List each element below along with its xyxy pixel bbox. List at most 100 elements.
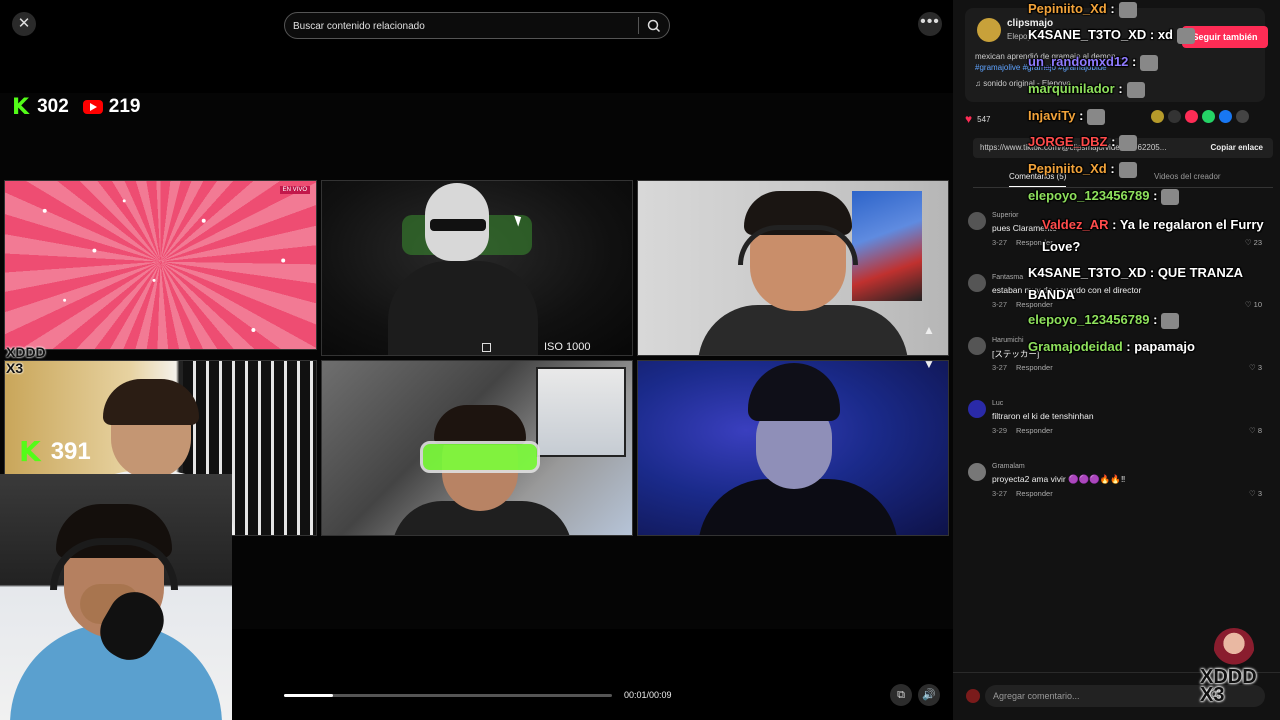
chat-username[interactable]: marquinilador <box>1028 81 1115 96</box>
chat-username[interactable]: Pepiniito_Xd <box>1028 1 1107 16</box>
chat-text: : <box>1153 312 1158 327</box>
kick-viewer-count-2: 391 <box>50 437 91 465</box>
chat-text: : <box>1110 1 1115 16</box>
kick-icon: K <box>12 94 30 120</box>
participant-tile-laughing: ▲ <box>637 180 949 356</box>
chat-text: : papamajo <box>1126 339 1195 354</box>
comment-likes[interactable]: ♡ 8 <box>1249 426 1262 435</box>
chat-message: JORGE_DBZ : <box>1028 133 1138 151</box>
search-divider <box>638 17 639 34</box>
participant-tile-visor <box>321 360 633 536</box>
youtube-icon <box>82 100 103 114</box>
commenter-avatar[interactable] <box>968 337 986 355</box>
x3-text: X3 <box>6 360 24 376</box>
chat-message: InjaviTy : <box>1028 107 1106 125</box>
progress-fill <box>284 694 334 697</box>
video-player[interactable]: ✕ ••• K 302 219 <box>0 0 953 720</box>
emote-icon <box>1161 188 1180 205</box>
comment-likes[interactable]: ♡ 3 <box>1249 489 1262 498</box>
comment-date: 3-27 <box>992 238 1008 247</box>
chat-message: Pepiniito_Xd : <box>1028 0 1137 18</box>
chat-username[interactable]: elepoyo_123456789 <box>1028 312 1149 327</box>
chevron-down-icon[interactable]: ▼ <box>920 361 938 373</box>
music-icon: ♫ <box>975 79 984 88</box>
volume-button[interactable]: 🔊 <box>918 684 940 706</box>
kick-viewer-count: 302 <box>37 96 69 117</box>
comment-text: proyecta2 ama vivir 🟣🟣🟣🔥🔥‼ <box>992 474 1126 484</box>
chat-username[interactable]: K4SANE_T3TO_XD <box>1028 265 1146 280</box>
chat-username[interactable]: Pepiniito_Xd <box>1028 161 1107 176</box>
app: ✕ ••• K 302 219 <box>0 0 1280 720</box>
heart-icon[interactable]: ♥ <box>965 112 972 126</box>
comment-text: filtraron el ki de tenshinhan <box>992 411 1094 421</box>
chat-text: : <box>1111 134 1116 149</box>
chat-username[interactable]: JORGE_DBZ <box>1028 134 1107 149</box>
chat-text: : xd <box>1149 27 1173 42</box>
chat-message: elepoyo_123456789 : <box>1028 187 1180 205</box>
participant-tile-blue: ▼ <box>637 360 949 536</box>
chat-message: elepoyo_123456789 : <box>1028 311 1180 329</box>
chat-message: Pepiniito_Xd : <box>1028 160 1137 178</box>
comment-user[interactable]: Superior <box>992 212 1018 219</box>
chat-message: Gramajodeidad : papamajo <box>1028 338 1195 355</box>
chat-message: Valdez_AR : Ya le regalaron el Furry Lov… <box>1042 214 1274 258</box>
comment-user[interactable]: Harumichi <box>992 337 1024 344</box>
like-count: 547 <box>977 114 991 124</box>
kick-counter-2: K 391 <box>19 435 91 468</box>
viewer-counters: K 302 219 <box>12 94 140 120</box>
reaction-row: ♥ 547 <box>965 110 990 128</box>
commenter-avatar[interactable] <box>968 274 986 292</box>
emote-icon <box>1118 161 1137 178</box>
search-input[interactable] <box>293 17 633 35</box>
pip-button[interactable]: ⧉ <box>890 684 912 706</box>
close-button[interactable]: ✕ <box>12 12 36 36</box>
chat-username[interactable]: elepoyo_123456789 <box>1028 188 1149 203</box>
chat-username[interactable]: Valdez_AR <box>1042 217 1108 232</box>
comment-date: 3-29 <box>992 426 1008 435</box>
creator-avatar[interactable] <box>977 18 1001 42</box>
live-badge: EN VIVO <box>279 186 310 194</box>
comment-like-count: 8 <box>1257 426 1262 435</box>
chat-username[interactable]: un_randomxd12 <box>1028 54 1128 69</box>
more-icon: ••• <box>920 13 940 30</box>
comment-like-count: 3 <box>1257 489 1262 498</box>
volume-icon: 🔊 <box>922 689 936 701</box>
chevron-up-icon[interactable]: ▲ <box>920 321 938 339</box>
comment-user[interactable]: Fantasma <box>992 274 1023 281</box>
commenter-avatar[interactable] <box>968 463 986 481</box>
commenter-avatar[interactable] <box>968 212 986 230</box>
participant-tile-masked: ISO 1000 <box>321 180 633 356</box>
xddd-overlay-2: XDDD X3 <box>1200 667 1257 705</box>
chat-username[interactable]: InjaviTy <box>1028 108 1075 123</box>
comment-like-count: 3 <box>1257 363 1262 372</box>
kick-icon: K <box>19 435 41 468</box>
emote-icon <box>1161 312 1180 329</box>
search-bar[interactable] <box>284 12 670 39</box>
progress-bar[interactable] <box>284 694 612 697</box>
chat-username[interactable]: Gramajodeidad <box>1028 339 1123 354</box>
more-options-button[interactable]: ••• <box>918 12 942 36</box>
emote-icon <box>1126 81 1145 98</box>
person-body <box>698 305 908 355</box>
comment-item: Gramalam proyecta2 ama vivir 🟣🟣🟣🔥🔥‼ 3-27… <box>968 463 1268 513</box>
person-hair <box>434 405 526 445</box>
live-chat-overlay: Pepiniito_Xd : K4SANE_T3TO_XD : xd un_rand… <box>1024 0 1280 360</box>
headset <box>738 225 858 265</box>
emote-icon <box>1118 1 1137 18</box>
comment-user[interactable]: Gramalam <box>992 463 1025 470</box>
reply-button[interactable]: Responder <box>1016 363 1053 372</box>
comment-likes[interactable]: ♡ 3 <box>1249 363 1262 372</box>
chat-username[interactable]: K4SANE_T3TO_XD <box>1028 27 1146 42</box>
comment-user[interactable]: Luc <box>992 400 1003 407</box>
reply-button[interactable]: Responder <box>1016 489 1053 498</box>
commenter-avatar[interactable] <box>968 400 986 418</box>
chat-message: marquinilador : <box>1028 80 1145 98</box>
reply-button[interactable]: Responder <box>1016 426 1053 435</box>
emote-icon <box>1119 134 1138 151</box>
time-display: 00:01/00:09 <box>624 690 672 700</box>
iso-label: ISO 1000 <box>544 341 591 353</box>
user-avatar <box>966 689 980 703</box>
monitor <box>536 367 626 457</box>
chat-text: : <box>1110 161 1115 176</box>
search-icon[interactable] <box>646 18 662 34</box>
